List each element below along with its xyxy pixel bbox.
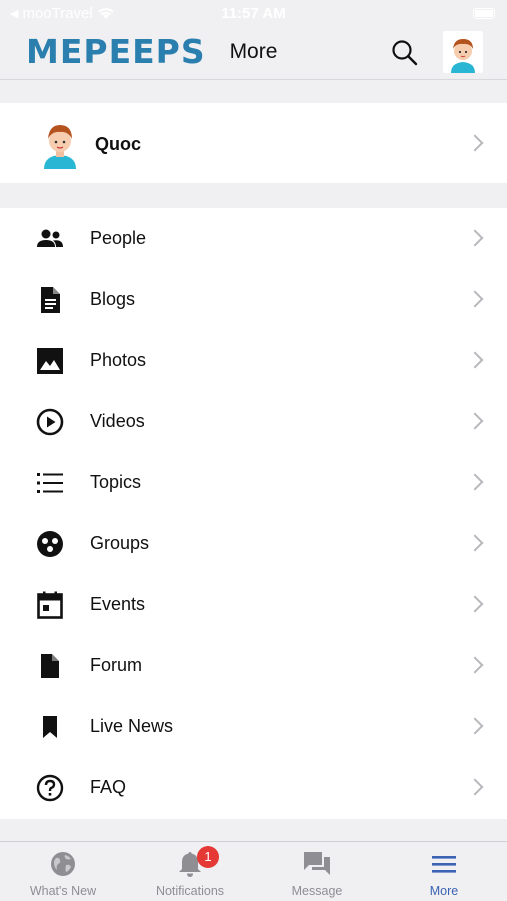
groups-icon — [34, 528, 66, 560]
tab-label: What's New — [29, 884, 97, 898]
chevron-right-icon — [466, 134, 484, 152]
menu-item-people[interactable]: People — [0, 208, 507, 269]
profile-avatar — [44, 125, 76, 169]
status-bar: ◀ mooTravel 11:57 AM — [0, 0, 507, 28]
globe-icon — [51, 852, 75, 876]
menu-item-groups[interactable]: Groups — [0, 513, 507, 574]
menu-item-label: Photos — [90, 350, 147, 370]
chevron-right-icon — [466, 229, 484, 247]
image-icon — [34, 345, 66, 377]
menu-item-live-news[interactable]: Live News — [0, 696, 507, 757]
chevron-right-icon — [466, 534, 484, 552]
tab-more[interactable]: More — [381, 842, 507, 901]
menu-item-label: Events — [90, 594, 146, 614]
tab-label: More — [429, 884, 459, 898]
menu-item-label: FAQ — [90, 777, 127, 797]
menu-item-label: Live News — [90, 716, 174, 736]
chevron-right-icon — [466, 290, 484, 308]
search-icon — [392, 40, 418, 66]
menu-item-topics[interactable]: Topics — [0, 452, 507, 513]
notification-badge: 1 — [197, 846, 219, 868]
menu-item-label: Groups — [90, 533, 150, 553]
people-icon — [34, 223, 66, 255]
menu-item-forum[interactable]: Forum — [0, 635, 507, 696]
menu-item-label: People — [90, 228, 147, 248]
chevron-right-icon — [466, 473, 484, 491]
chevron-right-icon — [466, 595, 484, 613]
battery-icon — [473, 8, 495, 19]
chevron-right-icon — [466, 351, 484, 369]
bottom-tab-bar: What's New 1 Notifications Message More — [0, 841, 507, 900]
menu-item-photos[interactable]: Photos — [0, 330, 507, 391]
document-icon — [34, 284, 66, 316]
chat-icon — [304, 852, 330, 875]
bookmark-icon — [34, 711, 66, 743]
tab-whats-new[interactable]: What's New — [0, 842, 126, 901]
avatar — [443, 31, 483, 73]
menu-item-videos[interactable]: Videos — [0, 391, 507, 452]
tab-notifications[interactable]: 1 Notifications — [127, 842, 253, 901]
status-time: 11:57 AM — [221, 5, 286, 22]
menu-item-label: Forum — [90, 655, 143, 675]
file-icon — [34, 650, 66, 682]
menu-item-faq[interactable]: FAQ — [0, 757, 507, 818]
menu-item-label: Videos — [90, 411, 145, 431]
play-circle-icon — [34, 406, 66, 438]
menu-item-label: Blogs — [90, 289, 136, 309]
chevron-right-icon — [466, 412, 484, 430]
menu-item-blogs[interactable]: Blogs — [0, 269, 507, 330]
chevron-right-icon — [466, 717, 484, 735]
search-button[interactable] — [390, 38, 420, 68]
chevron-right-icon — [466, 778, 484, 796]
tab-message[interactable]: Message — [254, 842, 380, 901]
app-header: MEPEEPS More — [0, 28, 507, 80]
list-icon — [34, 467, 66, 499]
more-menu-list: People Blogs Photos Videos Topics Groups — [0, 208, 507, 819]
profile-name: Quoc — [95, 134, 142, 154]
tab-label: Message — [291, 884, 343, 898]
profile-row[interactable]: Quoc — [0, 103, 507, 183]
menu-item-events[interactable]: Events — [0, 574, 507, 635]
menu-item-label: Topics — [90, 472, 142, 492]
chevron-right-icon — [466, 656, 484, 674]
user-avatar-button[interactable] — [443, 31, 483, 73]
question-circle-icon — [34, 772, 66, 804]
tab-label: Notifications — [155, 884, 225, 898]
page-title: More — [229, 40, 278, 63]
menu-icon — [432, 856, 456, 873]
calendar-icon — [34, 589, 66, 621]
